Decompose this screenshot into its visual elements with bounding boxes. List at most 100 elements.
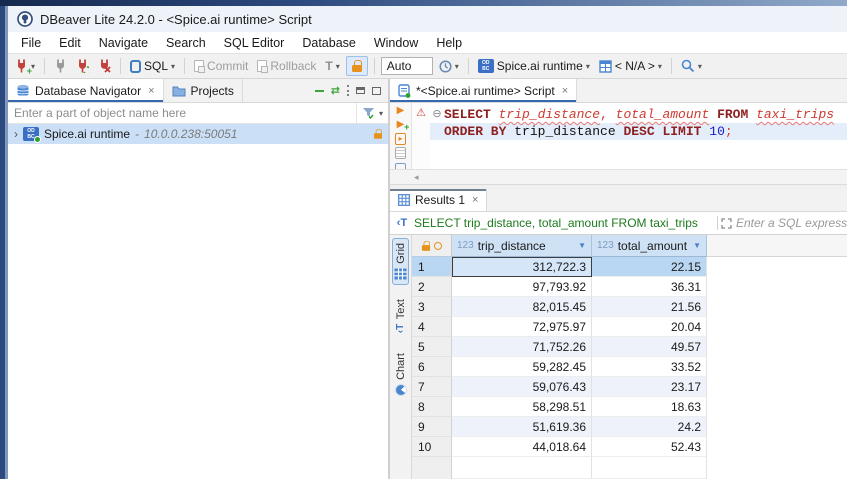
close-icon[interactable]: × [562,85,568,97]
menu-item-edit[interactable]: Edit [50,32,90,53]
commit-mode-combo[interactable]: Auto [381,57,433,75]
row-number[interactable]: 5 [412,337,452,357]
reconnect-button[interactable] [73,57,92,75]
menu-item-window[interactable]: Window [365,32,427,53]
connection-caret[interactable]: ▾ [586,62,590,71]
sql-editor-button[interactable]: SQL ▾ [127,57,178,75]
menu-item-navigate[interactable]: Navigate [90,32,157,53]
tab-results-1[interactable]: Results 1 × [390,189,487,211]
grid-cell[interactable]: 44,018.64 [452,437,592,457]
row-number[interactable]: 3 [412,297,452,317]
search-button[interactable]: ▾ [678,57,705,75]
schema-caret[interactable]: ▾ [658,62,662,71]
close-icon[interactable]: × [148,85,154,97]
minimize-view-icon[interactable] [356,87,365,94]
row-number[interactable]: 1 [412,257,452,277]
expand-filter-icon[interactable] [721,218,732,229]
sql-editor-caret[interactable]: ▾ [171,62,175,71]
scroll-left-icon[interactable]: ◂ [414,172,419,183]
row-number[interactable]: 2 [412,277,452,297]
grid-corner-cell[interactable] [412,235,452,257]
tab-database-navigator[interactable]: Database Navigator × [8,79,164,102]
close-icon[interactable]: × [472,194,478,206]
active-connection-selector[interactable]: OD BC Spice.ai runtime ▾ [475,57,593,75]
grid-cell[interactable]: 20.04 [592,317,707,337]
code-line-2[interactable]: ORDER BY trip_distance DESC LIMIT 10; [430,123,847,140]
sort-icon[interactable]: ▼ [578,241,586,250]
title-bar[interactable]: DBeaver Lite 24.2.0 - <Spice.ai runtime>… [8,6,847,32]
tab-projects[interactable]: Projects [164,79,243,102]
column-name: total_amount [618,239,687,253]
connection-lock-toggle[interactable] [346,56,368,76]
expand-chevron-icon[interactable]: › [14,127,18,141]
grid-cell[interactable]: 71,752.26 [452,337,592,357]
active-schema-selector[interactable]: < N/A > ▾ [596,57,665,75]
grid-cell[interactable]: 24.2 [592,417,707,437]
menu-item-file[interactable]: File [12,32,50,53]
grid-cell[interactable]: 21.56 [592,297,707,317]
grid-cell[interactable]: 49.57 [592,337,707,357]
grid-cell[interactable]: 59,076.43 [452,377,592,397]
execute-script-button[interactable]: ▸ [395,133,406,145]
filter-expression-input[interactable]: Enter a SQL expression to [736,216,847,230]
view-menu-icon[interactable] [347,85,349,96]
row-number[interactable]: 8 [412,397,452,417]
filter-caret[interactable]: ▾ [379,109,383,118]
history-caret[interactable]: ▾ [455,62,459,71]
row-number[interactable]: 10 [412,437,452,457]
grid-cell[interactable]: 97,793.92 [452,277,592,297]
menu-item-database[interactable]: Database [293,32,365,53]
warning-icon[interactable]: ⚠ [416,107,426,119]
execute-statement-button[interactable]: ▶ [397,105,405,117]
grid-cell[interactable]: 22.15 [592,257,707,277]
grid-cell[interactable]: 33.52 [592,357,707,377]
row-number[interactable]: 6 [412,357,452,377]
sort-icon[interactable]: ▼ [693,241,701,250]
grid-cell[interactable]: 36.31 [592,277,707,297]
editor-horizontal-scrollbar[interactable]: ◂ [390,169,847,184]
empty-row [412,457,847,479]
transaction-mode-button[interactable]: T ▾ [322,57,342,75]
execute-new-tab-button[interactable]: ▶+ [397,119,405,131]
code-line-1[interactable]: ⊖SELECT trip_distance, total_amount FROM… [430,106,847,123]
script-icon[interactable] [395,147,406,159]
code-area[interactable]: ⊖SELECT trip_distance, total_amount FROM… [430,103,847,169]
row-number[interactable]: 7 [412,377,452,397]
new-connection-button[interactable]: + ▾ [12,57,38,75]
disconnect-button[interactable] [95,57,114,75]
maximize-view-icon[interactable] [372,87,381,95]
commit-button[interactable]: Commit [191,57,251,75]
collapse-all-icon[interactable] [315,90,324,92]
menu-item-search[interactable]: Search [157,32,215,53]
grid-cell[interactable]: 52.43 [592,437,707,457]
search-caret[interactable]: ▾ [698,62,702,71]
tab-grid[interactable]: Grid [392,238,409,285]
grid-cell[interactable]: 312,722.3 [452,257,592,277]
link-editor-icon[interactable]: ⇄ [331,84,340,97]
connect-button[interactable] [51,57,70,75]
transaction-caret[interactable]: ▾ [336,62,340,71]
column-header-total-amount[interactable]: 123 total_amount ▼ [592,235,707,257]
filter-options[interactable]: ▾ [356,103,388,123]
grid-cell[interactable]: 51,619.36 [452,417,592,437]
grid-cell[interactable]: 58,298.51 [452,397,592,417]
navigator-filter-input[interactable]: Enter a part of object name here [8,106,356,120]
tab-chart[interactable]: Chart [393,348,409,401]
grid-cell[interactable]: 82,015.45 [452,297,592,317]
fold-marker-icon[interactable]: ⊖ [430,106,444,123]
row-number[interactable]: 9 [412,417,452,437]
column-header-trip-distance[interactable]: 123 trip_distance ▼ [452,235,592,257]
tab-text[interactable]: Text ‹T [393,294,409,339]
grid-cell[interactable]: 18.63 [592,397,707,417]
menu-item-sql-editor[interactable]: SQL Editor [215,32,294,53]
grid-cell[interactable]: 23.17 [592,377,707,397]
connection-tree-item[interactable]: › OD BC Spice.ai runtime - 10.0.0.238:50… [8,124,388,144]
tab-sql-script[interactable]: *<Spice.ai runtime> Script × [390,79,577,102]
history-button[interactable]: ▾ [436,58,462,75]
grid-cell[interactable]: 59,282.45 [452,357,592,377]
menu-item-help[interactable]: Help [427,32,471,53]
grid-cell[interactable]: 72,975.97 [452,317,592,337]
dbeaver-window: DBeaver Lite 24.2.0 - <Spice.ai runtime>… [8,6,847,479]
row-number[interactable]: 4 [412,317,452,337]
rollback-button[interactable]: Rollback [254,57,319,75]
